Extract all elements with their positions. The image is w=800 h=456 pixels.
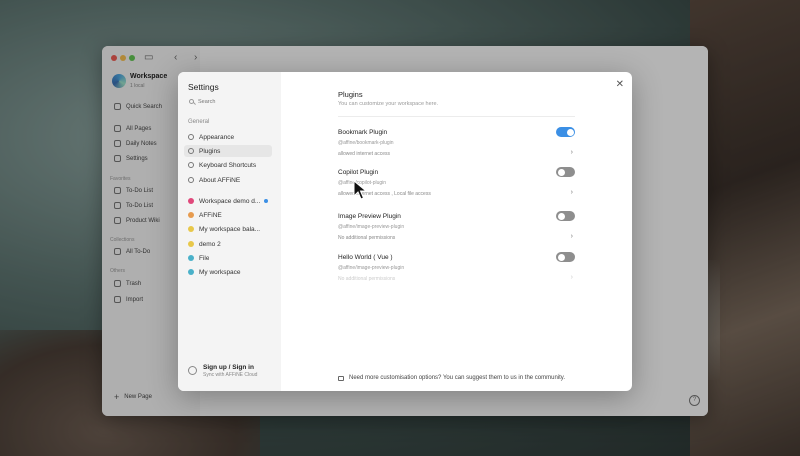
workspace-avatar <box>188 226 194 232</box>
workspace-avatar <box>188 255 194 261</box>
plugin-name: Copilot Plugin <box>338 169 379 176</box>
toggle-knob <box>557 168 565 176</box>
toggle-knob <box>566 128 574 136</box>
settings-nav-appearance[interactable]: Appearance <box>184 131 272 143</box>
chevron-right-icon[interactable]: › <box>571 274 573 281</box>
workspace-avatar <box>188 198 194 204</box>
plugin-package: @affine/image-preview-plugin <box>338 265 405 271</box>
search-icon <box>189 99 194 104</box>
settings-modal: Settings General Appearance Plugins Keyb… <box>178 72 632 391</box>
keyboard-icon <box>188 162 194 168</box>
workspace-avatar <box>188 212 194 218</box>
chat-icon <box>338 375 344 381</box>
mouse-cursor-icon <box>353 180 367 200</box>
settings-search-input[interactable] <box>198 98 268 105</box>
settings-nav-about[interactable]: About AFFiNE <box>184 174 272 186</box>
workspace-avatar <box>188 269 194 275</box>
plugin-item-bookmark: Bookmark Plugin @affine/bookmark-plugin … <box>338 127 575 165</box>
workspace-list-item[interactable]: File <box>184 252 272 264</box>
plugin-package: @affine/image-preview-plugin <box>338 224 405 230</box>
plugin-toggle[interactable] <box>556 167 575 177</box>
workspace-list-item[interactable]: My workspace bala... <box>184 223 272 235</box>
user-avatar-icon <box>188 366 197 375</box>
plugin-name: Image Preview Plugin <box>338 213 401 220</box>
current-workspace-indicator <box>264 199 268 203</box>
workspace-list-item[interactable]: AFFiNE <box>184 209 272 221</box>
plugin-icon <box>188 148 194 154</box>
palette-icon <box>188 134 194 140</box>
chevron-right-icon[interactable]: › <box>571 149 573 156</box>
plugin-package: @affine/bookmark-plugin <box>338 140 394 146</box>
plugin-permissions: allowed internet access <box>338 151 390 157</box>
workspace-list-item[interactable]: demo 2 <box>184 238 272 250</box>
plugin-permissions: No additional permissions <box>338 276 396 282</box>
plugin-toggle[interactable] <box>556 211 575 221</box>
workspace-avatar <box>188 241 194 247</box>
plugin-item-image-preview: Image Preview Plugin @affine/image-previ… <box>338 211 575 249</box>
plugin-name: Hello World ( Vue ) <box>338 254 393 261</box>
info-icon <box>188 177 194 183</box>
settings-nav-keyboard-shortcuts[interactable]: Keyboard Shortcuts <box>184 159 272 171</box>
toggle-knob <box>557 253 565 261</box>
sign-in-subtitle: Sync with AFFiNE Cloud <box>203 372 258 378</box>
community-suggestion-link[interactable]: Need more customisation options? You can… <box>338 375 565 381</box>
workspace-list-item[interactable]: My workspace <box>184 266 272 278</box>
plugin-permissions: allowed internet access , Local file acc… <box>338 191 431 197</box>
plugin-name: Bookmark Plugin <box>338 129 388 136</box>
plugins-subtitle: You can customize your workspace here. <box>338 101 439 107</box>
plugin-item-copilot: Copilot Plugin @affine/copilot-plugin al… <box>338 167 575 205</box>
divider <box>338 116 575 117</box>
general-section-label: General <box>188 119 210 125</box>
settings-nav-plugins[interactable]: Plugins <box>184 145 272 157</box>
plugin-toggle[interactable] <box>556 252 575 262</box>
toggle-knob <box>557 212 565 220</box>
plugin-permissions: No additional permissions <box>338 235 396 241</box>
close-icon[interactable]: ✕ <box>616 79 624 90</box>
workspace-list-item[interactable]: Workspace demo d... <box>184 195 272 207</box>
plugin-item-hello-world: Hello World ( Vue ) @affine/image-previe… <box>338 252 575 290</box>
chevron-right-icon[interactable]: › <box>571 189 573 196</box>
plugin-toggle[interactable] <box>556 127 575 137</box>
settings-search[interactable] <box>186 96 272 107</box>
chevron-right-icon[interactable]: › <box>571 233 573 240</box>
plugins-panel: ✕ Plugins You can customize your workspa… <box>281 72 632 391</box>
sign-in-title: Sign up / Sign in <box>203 364 254 371</box>
sign-in-button[interactable]: Sign up / Sign in Sync with AFFiNE Cloud <box>188 364 257 378</box>
plugins-title: Plugins <box>338 90 363 99</box>
settings-title: Settings <box>188 82 219 92</box>
settings-sidebar: Settings General Appearance Plugins Keyb… <box>178 72 281 391</box>
